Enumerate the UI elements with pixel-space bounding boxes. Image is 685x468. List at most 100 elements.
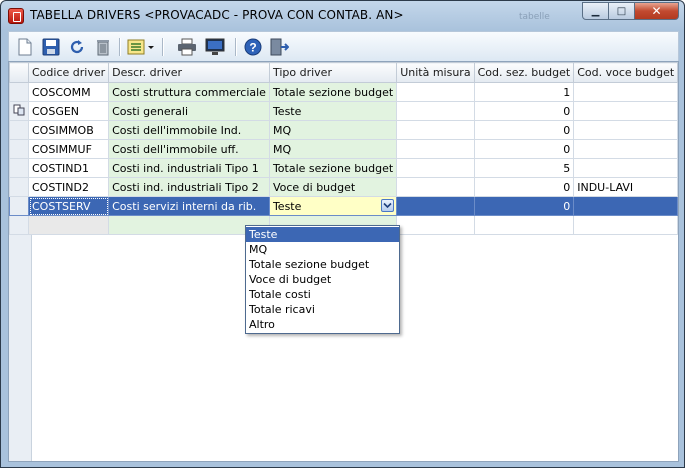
type-cell[interactable]: Totale sezione budget bbox=[268, 82, 398, 102]
app-icon[interactable] bbox=[8, 8, 24, 24]
description-cell[interactable]: Costi ind. industriali Tipo 2 bbox=[108, 177, 270, 197]
unit-cell[interactable] bbox=[396, 177, 475, 197]
row-edit-icon bbox=[13, 104, 25, 115]
budget-item-cell[interactable] bbox=[573, 82, 678, 102]
maximize-button[interactable]: □ bbox=[609, 2, 635, 20]
code-cell[interactable]: COSTIND1 bbox=[27, 158, 110, 178]
drivers-table: Codice driver Descr. driver Tipo driver … bbox=[9, 62, 678, 235]
close-icon: ✕ bbox=[651, 4, 662, 18]
code-cell[interactable]: COSTSERV bbox=[27, 196, 110, 216]
dropdown-button[interactable] bbox=[381, 199, 395, 212]
exit-icon[interactable] bbox=[269, 37, 289, 57]
row-header[interactable] bbox=[9, 215, 29, 235]
title-bar[interactable]: TABELLA DRIVERS <PROVACADC - PROVA CON C… bbox=[1, 1, 684, 31]
code-cell[interactable]: COSGEN bbox=[27, 101, 110, 121]
unit-cell[interactable] bbox=[396, 158, 475, 178]
row-header[interactable] bbox=[9, 82, 29, 102]
table-row[interactable]: COSCOMM Costi struttura commerciale Tota… bbox=[9, 82, 678, 102]
type-cell[interactable]: MQ bbox=[268, 120, 398, 140]
chevron-down-icon bbox=[383, 202, 392, 209]
section-cell[interactable]: 0 bbox=[473, 139, 575, 159]
section-cell[interactable]: 0 bbox=[473, 177, 575, 197]
unit-cell[interactable] bbox=[396, 215, 475, 235]
column-header-descrizione[interactable]: Descr. driver bbox=[108, 62, 270, 83]
selected-table-row[interactable]: COSTSERV Costi servizi interni da rib. T… bbox=[9, 196, 678, 216]
unit-cell[interactable] bbox=[396, 101, 475, 121]
budget-item-cell[interactable] bbox=[573, 215, 678, 235]
dropdown-option-totale-costi[interactable]: Totale costi bbox=[246, 287, 399, 302]
type-cell[interactable]: MQ bbox=[268, 139, 398, 159]
window-title: TABELLA DRIVERS <PROVACADC - PROVA CON C… bbox=[30, 8, 404, 22]
delete-icon[interactable] bbox=[93, 37, 113, 57]
budget-item-cell[interactable] bbox=[573, 120, 678, 140]
type-cell[interactable]: Totale sezione budget bbox=[268, 158, 398, 178]
section-cell[interactable] bbox=[473, 215, 575, 235]
description-cell[interactable]: Costi generali bbox=[108, 101, 270, 121]
budget-item-cell[interactable] bbox=[573, 139, 678, 159]
description-cell[interactable]: Costi servizi interni da rib. bbox=[108, 196, 270, 216]
dropdown-option-totale-ricavi[interactable]: Totale ricavi bbox=[246, 302, 399, 317]
dropdown-option-altro[interactable]: Altro bbox=[246, 317, 399, 332]
table-row[interactable]: COSTIND2 Costi ind. industriali Tipo 2 V… bbox=[9, 177, 678, 197]
preview-monitor-icon[interactable] bbox=[205, 37, 225, 57]
budget-item-cell[interactable] bbox=[573, 158, 678, 178]
type-dropdown-list[interactable]: Teste MQ Totale sezione budget Voce di b… bbox=[245, 225, 400, 334]
new-document-icon[interactable] bbox=[15, 37, 35, 57]
table-row[interactable]: COSIMMOB Costi dell'immobile Ind. MQ 0 bbox=[9, 120, 678, 140]
table-row[interactable]: COSGEN Costi generali Teste 0 bbox=[9, 101, 678, 121]
type-combobox[interactable]: Teste bbox=[268, 196, 398, 216]
description-cell[interactable]: Costi ind. industriali Tipo 1 bbox=[108, 158, 270, 178]
column-header-voce[interactable]: Cod. voce budget bbox=[573, 62, 678, 83]
description-cell[interactable]: Costi dell'immobile Ind. bbox=[108, 120, 270, 140]
section-cell[interactable]: 1 bbox=[473, 82, 575, 102]
row-header[interactable] bbox=[9, 101, 29, 121]
table-row[interactable]: COSTIND1 Costi ind. industriali Tipo 1 T… bbox=[9, 158, 678, 178]
column-header-unita[interactable]: Unità misura bbox=[396, 62, 475, 83]
print-icon[interactable] bbox=[177, 37, 197, 57]
column-header-codice[interactable]: Codice driver bbox=[27, 62, 110, 83]
close-button[interactable]: ✕ bbox=[635, 2, 679, 20]
code-cell[interactable]: COSTIND2 bbox=[27, 177, 110, 197]
save-icon[interactable] bbox=[41, 37, 61, 57]
dropdown-option-voce-di-budget[interactable]: Voce di budget bbox=[246, 272, 399, 287]
unit-cell[interactable] bbox=[396, 82, 475, 102]
section-cell[interactable]: 0 bbox=[473, 120, 575, 140]
table-row[interactable]: COSIMMUF Costi dell'immobile uff. MQ 0 bbox=[9, 139, 678, 159]
minimize-button[interactable]: ▁ bbox=[582, 2, 609, 20]
type-cell[interactable]: Teste bbox=[268, 101, 398, 121]
section-cell[interactable]: 0 bbox=[473, 101, 575, 121]
code-cell[interactable]: COSCOMM bbox=[27, 82, 110, 102]
row-header[interactable] bbox=[9, 139, 29, 159]
column-header-sezione[interactable]: Cod. sez. budget bbox=[473, 62, 575, 83]
code-cell[interactable]: COSIMMUF bbox=[27, 139, 110, 159]
dropdown-option-totale-sezione-budget[interactable]: Totale sezione budget bbox=[246, 257, 399, 272]
row-header[interactable] bbox=[9, 120, 29, 140]
refresh-icon[interactable] bbox=[67, 37, 87, 57]
corner-cell[interactable] bbox=[9, 62, 29, 83]
app-window: TABELLA DRIVERS <PROVACADC - PROVA CON C… bbox=[0, 0, 685, 468]
description-cell[interactable]: Costi struttura commerciale bbox=[108, 82, 270, 102]
header-row: Codice driver Descr. driver Tipo driver … bbox=[9, 62, 678, 83]
budget-item-cell[interactable]: INDU-LAVI bbox=[573, 177, 678, 197]
column-header-tipo[interactable]: Tipo driver bbox=[268, 62, 398, 83]
dropdown-option-teste[interactable]: Teste bbox=[246, 227, 399, 242]
dropdown-option-mq[interactable]: MQ bbox=[246, 242, 399, 257]
type-cell[interactable]: Voce di budget bbox=[268, 177, 398, 197]
section-cell[interactable]: 5 bbox=[473, 158, 575, 178]
unit-cell[interactable] bbox=[396, 139, 475, 159]
unit-cell[interactable] bbox=[396, 196, 475, 216]
budget-item-cell[interactable] bbox=[573, 196, 678, 216]
maximize-icon: □ bbox=[616, 5, 627, 17]
code-cell[interactable] bbox=[27, 215, 110, 235]
section-cell[interactable]: 0 bbox=[473, 196, 575, 216]
row-header[interactable] bbox=[9, 177, 29, 197]
background-window-caption: tabelle bbox=[519, 12, 550, 22]
code-cell[interactable]: COSIMMOB bbox=[27, 120, 110, 140]
help-icon[interactable]: ? bbox=[243, 37, 263, 57]
unit-cell[interactable] bbox=[396, 120, 475, 140]
row-header[interactable] bbox=[9, 196, 29, 216]
list-options-icon[interactable] bbox=[126, 37, 156, 57]
description-cell[interactable]: Costi dell'immobile uff. bbox=[108, 139, 270, 159]
budget-item-cell[interactable] bbox=[573, 101, 678, 121]
row-header[interactable] bbox=[9, 158, 29, 178]
